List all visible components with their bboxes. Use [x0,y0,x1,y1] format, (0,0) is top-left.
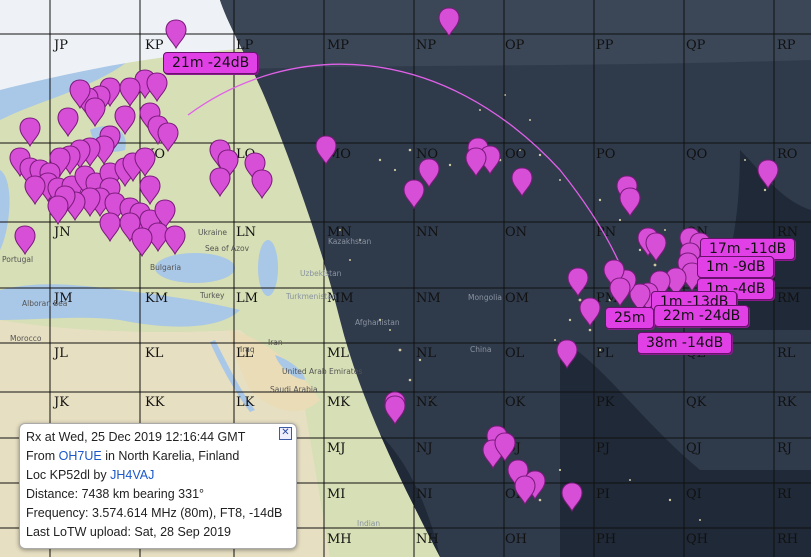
grid-square-label: LM [236,291,258,306]
grid-square-label: NK [416,395,437,410]
grid-square-label: PP [596,38,614,53]
grid-square-label: KM [145,291,168,306]
grid-square-label: MH [327,532,352,547]
grid-square-label: RM [777,291,800,306]
grid-square-label: PK [596,395,615,410]
grid-square-label: JL [52,346,68,361]
receiver-call-link[interactable]: JH4VAJ [110,468,154,482]
map-label: Kazakhstan [328,237,371,246]
grid-square-label: QH [686,532,708,547]
grid-square-label: QO [686,147,707,162]
grid-square-label: LP [236,38,254,53]
map-label: Alboran Sea [22,299,67,308]
map-label: Indian [357,519,380,528]
grid-square-label: ML [327,346,349,361]
grid-square-label: NJ [416,441,433,456]
grid-square-label: PL [596,346,614,361]
grid-square-label: OM [505,291,529,306]
grid-square-label: NI [416,487,433,502]
distance-line: Distance: 7438 km bearing 331° [26,487,205,501]
grid-square-label: PI [596,487,610,502]
grid-square-label: LN [236,225,256,240]
grid-square-label: NH [416,532,439,547]
grid-square-label: NM [416,291,441,306]
grid-square-label: NN [416,225,439,240]
map-label: Uzbekistan [300,269,342,278]
grid-square-label: RO [777,147,797,162]
locator-line: Loc KP52dl by JH4VAJ [26,468,155,482]
grid-square-label: QP [686,38,706,53]
grid-square-label: RL [777,346,796,361]
map-label: Morocco [10,334,42,343]
grid-square-label: KP [145,38,164,53]
grid-square-label: QK [686,395,707,410]
map-label: Sea of Azov [205,244,250,253]
sender-call-link[interactable]: OH7UE [59,449,102,463]
spot-label[interactable]: 1m -9dB [697,256,775,278]
grid-square-label: ON [505,225,527,240]
map-label: Turkmenistan [285,292,337,301]
grid-square-label: NL [416,346,436,361]
grid-square-label: MK [327,395,350,410]
grid-square-label: OO [505,147,526,162]
grid-square-label: MI [327,487,345,502]
grid-square-label: RI [777,487,792,502]
grid-square-label: QJ [686,441,702,456]
rx-time: Rx at Wed, 25 Dec 2019 12:16:44 GMT [26,430,246,444]
grid-square-label: LK [236,395,255,410]
map-label: United Arab Emirates [282,367,362,376]
spot-label[interactable]: 22m -24dB [654,305,750,327]
map-label: Afghanistan [355,318,400,327]
frequency-line: Frequency: 3.574.614 MHz (80m), FT8, -14… [26,506,283,520]
grid-square-label: JK [52,395,69,410]
grid-square-label: OH [505,532,527,547]
grid-square-label: NP [416,38,436,53]
grid-square-label: JN [52,225,71,240]
grid-square-label: RJ [777,441,792,456]
grid-square-label: MP [327,38,349,53]
grid-square-label: RH [777,532,798,547]
grid-square-label: RK [777,395,797,410]
spot-label[interactable]: 25m [605,307,655,329]
grid-square-label: OK [505,395,526,410]
grid-square-label: KK [145,395,165,410]
grid-square-label: RP [777,38,796,53]
map-label: Ukraine [198,228,227,237]
grid-square-label: MJ [327,441,346,456]
grid-square-label: KL [145,346,164,361]
spot-label[interactable]: 38m -14dB [637,332,733,354]
from-line: From OH7UE in North Karelia, Finland [26,449,240,463]
grid-square-label: PJ [596,441,610,456]
grid-square-label: OP [505,38,525,53]
map-label: Bulgaria [150,263,181,272]
map-label: Portugal [2,255,33,264]
lotw-line: Last LoTW upload: Sat, 28 Sep 2019 [26,525,231,539]
grid-square-label: PH [596,532,616,547]
map-label: Turkey [199,291,225,300]
close-icon[interactable]: ✕ [279,427,292,440]
map-label: China [470,345,491,354]
spot-label[interactable]: 21m -24dB [163,52,259,74]
spot-info-popup: ✕ Rx at Wed, 25 Dec 2019 12:16:44 GMT Fr… [19,423,297,549]
grid-square-label: PO [596,147,615,162]
map-label: Iraq [240,345,255,354]
map-label: Iran [268,338,283,347]
grid-square-label: QI [686,487,702,502]
map-label: Saudi Arabia [270,385,318,394]
grid-square-label: OL [505,346,525,361]
map-label: Mongolia [468,293,502,302]
grid-square-label: JP [52,38,68,53]
